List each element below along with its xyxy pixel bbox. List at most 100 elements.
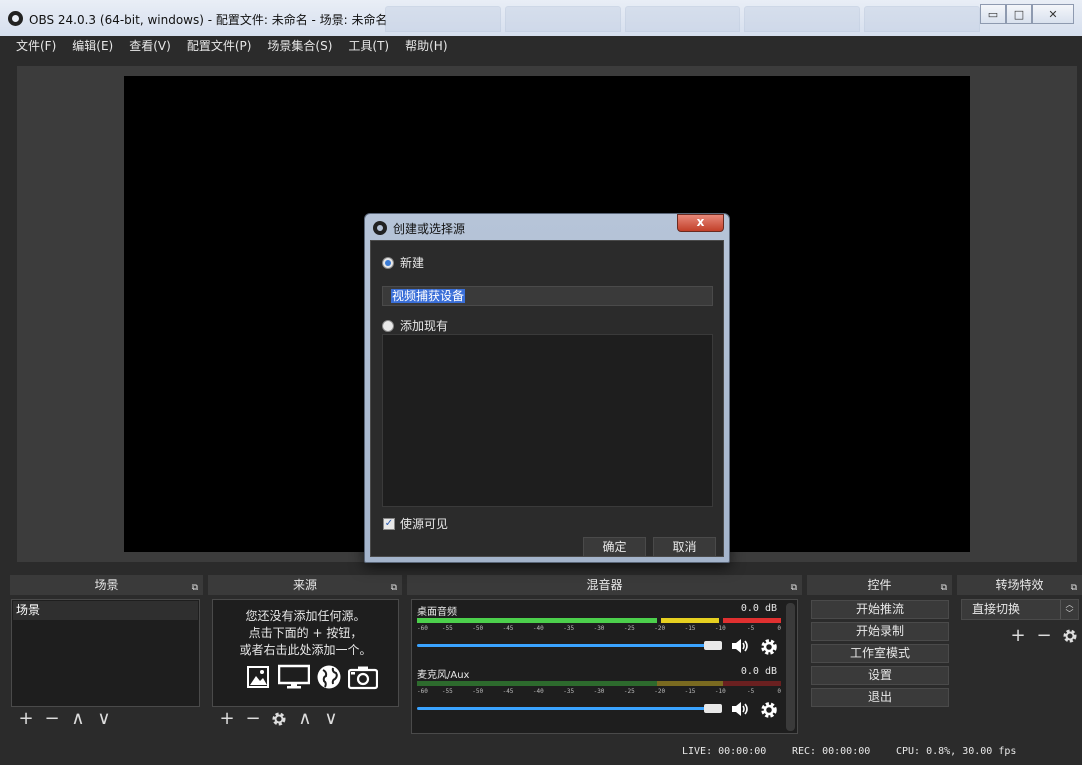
meter-tick-label: -25 <box>623 688 635 695</box>
meter-tick-label: -60 <box>417 625 428 632</box>
source-properties-gear-icon[interactable] <box>270 710 288 728</box>
float-dock-icon[interactable]: ⧉ <box>941 578 947 598</box>
meter-tick-label: -55 <box>441 688 453 695</box>
move-source-up-icon[interactable]: ∧ <box>296 710 314 728</box>
add-existing-option[interactable]: 添加现有 <box>382 317 448 334</box>
meter-tick-label: -35 <box>563 688 575 695</box>
controls-dock-title: 控件 ⧉ <box>807 575 952 595</box>
float-dock-icon[interactable]: ⧉ <box>1071 578 1077 598</box>
meter-tick-label: -45 <box>502 625 514 632</box>
obs-logo-icon <box>8 11 23 26</box>
start-recording-button[interactable]: 开始录制 <box>811 622 949 641</box>
add-source-icon[interactable]: + <box>218 710 236 728</box>
close-window-button[interactable]: ✕ <box>1032 4 1074 24</box>
menu-help[interactable]: 帮助(H) <box>397 36 455 58</box>
exit-button[interactable]: 退出 <box>811 688 949 707</box>
track-settings-gear-icon[interactable] <box>759 700 779 720</box>
make-visible-checkbox[interactable]: ✓ <box>383 517 395 530</box>
camera-icon <box>348 666 378 690</box>
add-scene-icon[interactable]: + <box>17 710 35 728</box>
move-scene-down-icon[interactable]: ∨ <box>95 710 113 728</box>
sources-empty-line: 点击下面的 + 按钮， <box>248 626 363 640</box>
scenes-list[interactable]: 场景 <box>11 599 200 707</box>
volume-slider[interactable] <box>417 707 712 710</box>
menu-scene-collection[interactable]: 场景集合(S) <box>259 36 340 58</box>
meter-tick-label: -10 <box>714 688 726 695</box>
meter-tick-label: -45 <box>502 688 514 695</box>
mixer-track-db: 0.0 dB <box>740 603 777 614</box>
sources-empty-line: 您还没有添加任何源。 <box>245 609 366 623</box>
studio-mode-button[interactable]: 工作室模式 <box>811 644 949 663</box>
background-tab <box>624 6 741 32</box>
source-name-input[interactable]: 视频捕获设备 <box>382 286 713 306</box>
meter-tick-label: -25 <box>623 625 635 632</box>
sources-dock-label: 来源 <box>292 578 317 592</box>
transitions-dock-title: 转场特效 ⧉ <box>957 575 1082 595</box>
background-tab <box>385 6 501 32</box>
float-dock-icon[interactable]: ⧉ <box>192 578 198 598</box>
cancel-button[interactable]: 取消 <box>653 537 716 557</box>
meter-ticks: -60 -55 -50 -45 -40 -35 -30 -25 -20 -15 -10 -5 0 <box>417 625 781 634</box>
meter-tick-label: -30 <box>593 688 605 695</box>
ok-button[interactable]: 确定 <box>583 537 646 557</box>
menu-bar: 文件(F) 编辑(E) 查看(V) 配置文件(P) 场景集合(S) 工具(T) … <box>0 36 1082 58</box>
existing-sources-list[interactable] <box>382 334 713 507</box>
volume-meter <box>417 618 781 623</box>
status-bar: LIVE: 00:00:00 REC: 00:00:00 CPU: 0.8%, … <box>0 740 1082 765</box>
menu-file[interactable]: 文件(F) <box>8 36 64 58</box>
move-source-down-icon[interactable]: ∨ <box>322 710 340 728</box>
display-icon <box>278 664 310 689</box>
transition-properties-gear-icon[interactable] <box>1061 627 1079 645</box>
sources-list[interactable]: 您还没有添加任何源。 点击下面的 + 按钮， 或者右击此处添加一个。 <box>212 599 399 707</box>
speaker-icon[interactable] <box>730 636 750 656</box>
meter-tick-label: -30 <box>593 625 605 632</box>
transitions-dock-label: 转场特效 <box>995 578 1044 592</box>
create-new-radio[interactable] <box>382 256 394 269</box>
meter-tick-label: -50 <box>472 625 484 632</box>
mixer-track-name: 桌面音频 <box>417 607 457 618</box>
menu-edit[interactable]: 编辑(E) <box>64 36 121 58</box>
meter-tick-label: -40 <box>532 688 544 695</box>
remove-transition-icon[interactable]: − <box>1035 627 1053 645</box>
menu-profile[interactable]: 配置文件(P) <box>179 36 260 58</box>
scenes-toolbar: + − ∧ ∨ <box>17 709 113 729</box>
transition-select[interactable]: 直接切换 ︿ ﹀ <box>961 599 1079 620</box>
move-scene-up-icon[interactable]: ∧ <box>69 710 87 728</box>
mixer-dock-title: 混音器 ⧉ <box>407 575 802 595</box>
scene-item[interactable]: 场景 <box>13 601 198 620</box>
background-tab <box>864 6 980 32</box>
make-visible-label: 使源可见 <box>400 517 449 531</box>
dialog-close-button[interactable]: x <box>677 214 724 232</box>
meter-tick-label: -35 <box>563 625 575 632</box>
menu-tools[interactable]: 工具(T) <box>340 36 397 58</box>
mixer-dock-label: 混音器 <box>586 578 623 592</box>
create-new-option[interactable]: 新建 <box>382 254 424 271</box>
meter-tick-label: 0 <box>777 688 781 695</box>
meter-tick-label: 0 <box>777 625 781 632</box>
sources-dock-title: 来源 ⧉ <box>208 575 402 595</box>
menu-view[interactable]: 查看(V) <box>121 36 179 58</box>
dialog-body: 新建 视频捕获设备 添加现有 ✓ 使源可见 确定 取消 <box>370 240 724 557</box>
select-arrows-icon: ︿ ﹀ <box>1060 600 1078 619</box>
remove-source-icon[interactable]: − <box>244 710 262 728</box>
background-tabs <box>385 6 980 32</box>
make-visible-option[interactable]: ✓ 使源可见 <box>383 515 448 532</box>
start-streaming-button[interactable]: 开始推流 <box>811 600 949 619</box>
remove-scene-icon[interactable]: − <box>43 710 61 728</box>
obs-logo-icon <box>373 221 387 235</box>
track-settings-gear-icon[interactable] <box>759 637 779 657</box>
add-transition-icon[interactable]: + <box>1009 627 1027 645</box>
float-dock-icon[interactable]: ⧉ <box>391 578 397 598</box>
volume-slider-handle[interactable] <box>704 641 722 650</box>
sources-toolbar: + − ∧ ∨ <box>218 709 340 729</box>
mixer-scrollbar[interactable] <box>786 603 795 731</box>
volume-slider-handle[interactable] <box>704 704 722 713</box>
settings-button[interactable]: 设置 <box>811 666 949 685</box>
meter-tick-label: -5 <box>747 688 755 695</box>
float-dock-icon[interactable]: ⧉ <box>791 578 797 598</box>
minimize-button[interactable]: ▭ <box>980 4 1006 24</box>
maximize-button[interactable]: □ <box>1006 4 1032 24</box>
add-existing-radio[interactable] <box>382 319 394 332</box>
volume-slider[interactable] <box>417 644 712 647</box>
speaker-icon[interactable] <box>730 699 750 719</box>
